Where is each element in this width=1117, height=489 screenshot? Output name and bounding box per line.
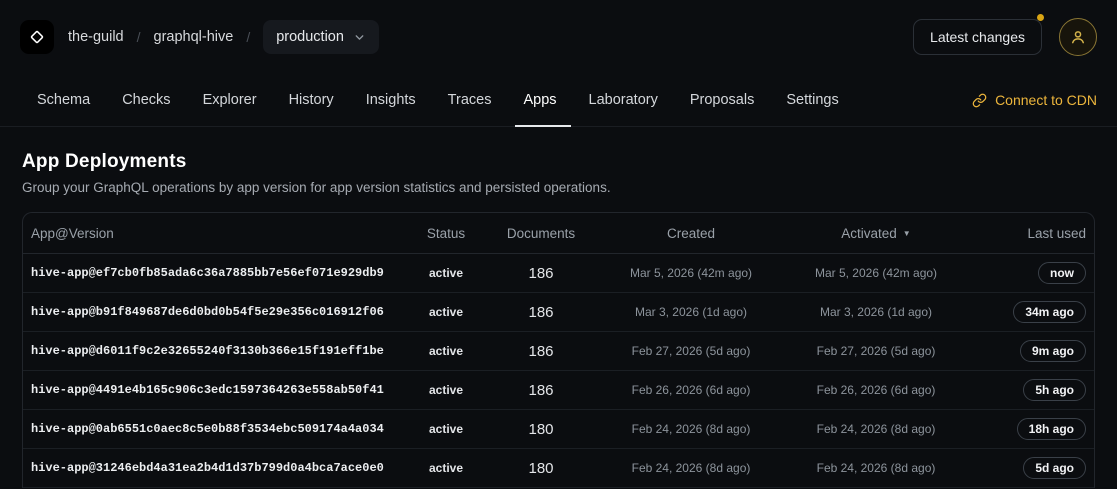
last-used-cell: 9m ago xyxy=(966,340,1086,362)
created-cell: Feb 24, 2026 (8d ago) xyxy=(596,461,786,475)
column-header-app-version: App@Version xyxy=(31,226,406,241)
created-cell: Feb 27, 2026 (5d ago) xyxy=(596,344,786,358)
tab-settings[interactable]: Settings xyxy=(786,74,838,126)
last-used-badge: 5d ago xyxy=(1023,457,1086,479)
user-avatar[interactable] xyxy=(1059,18,1097,56)
connect-cdn-label: Connect to CDN xyxy=(995,92,1097,108)
tab-laboratory[interactable]: Laboratory xyxy=(589,74,658,126)
last-used-cell: 5h ago xyxy=(966,379,1086,401)
latest-changes-button[interactable]: Latest changes xyxy=(913,19,1042,55)
activated-cell: Feb 27, 2026 (5d ago) xyxy=(786,344,966,358)
column-header-activated-label: Activated xyxy=(841,226,897,241)
last-used-cell: 5d ago xyxy=(966,457,1086,479)
table-row[interactable]: hive-app@d6011f9c2e32655240f3130b366e15f… xyxy=(23,332,1094,371)
target-selector-value: production xyxy=(276,29,344,45)
user-icon xyxy=(1069,28,1087,46)
table-row[interactable]: hive-app@31246ebd4a31ea2b4d1d37b799d0a4b… xyxy=(23,449,1094,488)
table-row[interactable]: hive-app@b91f849687de6d0bd0b54f5e29e356c… xyxy=(23,293,1094,332)
tab-proposals[interactable]: Proposals xyxy=(690,74,754,126)
top-header: the-guild / graphql-hive / production La… xyxy=(0,0,1117,74)
documents-cell: 180 xyxy=(486,460,596,477)
documents-cell: 186 xyxy=(486,304,596,321)
column-header-last-used: Last used xyxy=(966,226,1086,241)
diamond-logo-icon xyxy=(28,28,46,46)
app-version-cell: hive-app@ef7cb0fb85ada6c36a7885bb7e56ef0… xyxy=(31,266,406,280)
link-icon xyxy=(972,93,987,108)
target-selector[interactable]: production xyxy=(263,20,379,54)
column-header-created: Created xyxy=(596,226,786,241)
tab-apps[interactable]: Apps xyxy=(523,74,556,126)
page-subtitle: Group your GraphQL operations by app ver… xyxy=(22,180,1095,195)
column-header-documents: Documents xyxy=(486,226,596,241)
status-cell: active xyxy=(406,422,486,436)
table-row[interactable]: hive-app@ef7cb0fb85ada6c36a7885bb7e56ef0… xyxy=(23,254,1094,293)
app-version-cell: hive-app@31246ebd4a31ea2b4d1d37b799d0a4b… xyxy=(31,461,406,475)
breadcrumb-org[interactable]: the-guild xyxy=(68,29,124,45)
status-cell: active xyxy=(406,461,486,475)
tab-checks[interactable]: Checks xyxy=(122,74,170,126)
last-used-badge: 18h ago xyxy=(1017,418,1086,440)
last-used-badge: now xyxy=(1038,262,1086,284)
table-row[interactable]: hive-app@0ab6551c0aec8c5e0b88f3534ebc509… xyxy=(23,410,1094,449)
header-actions: Latest changes xyxy=(913,18,1097,56)
page-title: App Deployments xyxy=(22,151,1095,173)
last-used-cell: 18h ago xyxy=(966,418,1086,440)
breadcrumb-project[interactable]: graphql-hive xyxy=(154,29,234,45)
connect-cdn-link[interactable]: Connect to CDN xyxy=(972,74,1097,126)
tab-explorer[interactable]: Explorer xyxy=(203,74,257,126)
last-used-cell: now xyxy=(966,262,1086,284)
last-used-badge: 9m ago xyxy=(1020,340,1086,362)
main-content: App Deployments Group your GraphQL opera… xyxy=(0,127,1117,488)
breadcrumb-separator: / xyxy=(137,29,141,45)
tab-insights[interactable]: Insights xyxy=(366,74,416,126)
activated-cell: Feb 26, 2026 (6d ago) xyxy=(786,383,966,397)
activated-cell: Mar 5, 2026 (42m ago) xyxy=(786,266,966,280)
last-used-cell: 34m ago xyxy=(966,301,1086,323)
tab-bar: Schema Checks Explorer History Insights … xyxy=(0,74,1117,127)
breadcrumb-separator: / xyxy=(246,29,250,45)
status-cell: active xyxy=(406,305,486,319)
last-used-badge: 34m ago xyxy=(1013,301,1086,323)
chevron-down-icon xyxy=(353,31,366,44)
created-cell: Feb 26, 2026 (6d ago) xyxy=(596,383,786,397)
notification-dot xyxy=(1037,14,1044,21)
app-version-cell: hive-app@b91f849687de6d0bd0b54f5e29e356c… xyxy=(31,305,406,319)
documents-cell: 180 xyxy=(486,421,596,438)
status-cell: active xyxy=(406,344,486,358)
deployments-table: App@Version Status Documents Created Act… xyxy=(22,212,1095,488)
sort-descending-icon: ▼ xyxy=(903,229,911,238)
documents-cell: 186 xyxy=(486,382,596,399)
app-version-cell: hive-app@d6011f9c2e32655240f3130b366e15f… xyxy=(31,344,406,358)
tab-traces[interactable]: Traces xyxy=(448,74,492,126)
tab-history[interactable]: History xyxy=(289,74,334,126)
documents-cell: 186 xyxy=(486,265,596,282)
created-cell: Feb 24, 2026 (8d ago) xyxy=(596,422,786,436)
created-cell: Mar 3, 2026 (1d ago) xyxy=(596,305,786,319)
column-header-activated[interactable]: Activated ▼ xyxy=(786,226,966,241)
activated-cell: Feb 24, 2026 (8d ago) xyxy=(786,461,966,475)
hive-logo[interactable] xyxy=(20,20,54,54)
column-header-status: Status xyxy=(406,226,486,241)
created-cell: Mar 5, 2026 (42m ago) xyxy=(596,266,786,280)
breadcrumb: the-guild / graphql-hive / production xyxy=(68,20,379,54)
table-row[interactable]: hive-app@4491e4b165c906c3edc1597364263e5… xyxy=(23,371,1094,410)
status-cell: active xyxy=(406,383,486,397)
status-cell: active xyxy=(406,266,486,280)
app-version-cell: hive-app@0ab6551c0aec8c5e0b88f3534ebc509… xyxy=(31,422,406,436)
last-used-badge: 5h ago xyxy=(1023,379,1086,401)
app-version-cell: hive-app@4491e4b165c906c3edc1597364263e5… xyxy=(31,383,406,397)
activated-cell: Feb 24, 2026 (8d ago) xyxy=(786,422,966,436)
activated-cell: Mar 3, 2026 (1d ago) xyxy=(786,305,966,319)
table-header-row: App@Version Status Documents Created Act… xyxy=(23,213,1094,254)
documents-cell: 186 xyxy=(486,343,596,360)
tab-schema[interactable]: Schema xyxy=(37,74,90,126)
